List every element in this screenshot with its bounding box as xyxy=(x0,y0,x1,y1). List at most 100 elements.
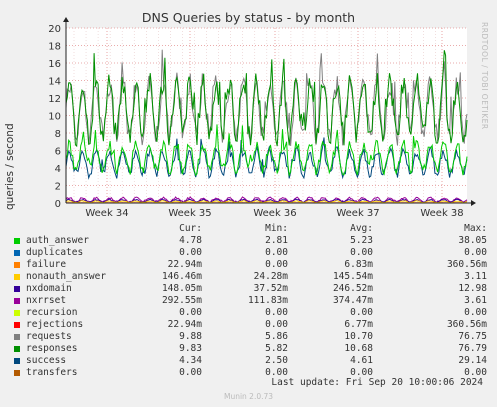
legend-row: success 4.34 2.50 4.61 29.14 xyxy=(12,355,492,367)
legend-header-avg: Avg: xyxy=(350,223,373,234)
legend-series-name: recursion xyxy=(26,307,78,318)
legend-min: 5.82 xyxy=(265,343,288,354)
x-tick-label: Week 38 xyxy=(420,208,463,219)
legend-avg: 6.83m xyxy=(344,259,373,270)
legend-cur: 148.05m xyxy=(161,283,202,294)
legend-row: recursion 0.00 0.00 0.00 0.00 xyxy=(12,307,492,319)
legend-row: rejections 22.94m 0.00 6.77m 360.56m xyxy=(12,319,492,331)
legend-series-name: duplicates xyxy=(26,247,84,258)
legend-min: 0.00 xyxy=(265,319,288,330)
legend-series-name: nonauth_answer xyxy=(26,271,107,282)
legend-min: 111.83m xyxy=(247,295,288,306)
x-tick-label: Week 37 xyxy=(336,208,379,219)
legend-header-min: Min: xyxy=(265,223,288,234)
legend-cur: 9.88 xyxy=(179,331,202,342)
y-tick-label: 4 xyxy=(55,164,61,175)
last-update: Last update: Fri Sep 20 10:00:06 2024 xyxy=(271,377,483,388)
legend-row: responses 9.83 5.82 10.68 76.79 xyxy=(12,343,492,355)
y-tick-label: 20 xyxy=(48,24,61,35)
legend-avg: 10.68 xyxy=(344,343,373,354)
legend: Cur: Min: Avg: Max: auth_answer 4.78 2.81 5… xyxy=(12,223,492,379)
y-tick-label: 0 xyxy=(55,199,61,210)
legend-avg: 145.54m xyxy=(332,271,373,282)
legend-cur: 0.00 xyxy=(179,307,202,318)
legend-min: 5.86 xyxy=(265,331,288,342)
legend-swatch xyxy=(14,238,20,244)
x-tick-label: Week 35 xyxy=(168,208,211,219)
legend-avg: 374.47m xyxy=(332,295,373,306)
x-tick-label: Week 36 xyxy=(253,208,296,219)
munin-version: Munin 2.0.73 xyxy=(223,392,274,401)
legend-avg: 0.00 xyxy=(350,247,373,258)
legend-swatch xyxy=(14,358,20,364)
legend-series-name: rejections xyxy=(26,319,84,330)
legend-max: 360.56m xyxy=(446,259,487,270)
legend-swatch xyxy=(14,298,20,304)
legend-avg: 10.70 xyxy=(344,331,373,342)
legend-row: nonauth_answer 146.46m 24.28m 145.54m 3.11 xyxy=(12,271,492,283)
legend-cur: 292.55m xyxy=(161,295,202,306)
legend-min: 24.28m xyxy=(253,271,288,282)
legend-series-name: nxrrset xyxy=(26,295,67,306)
legend-max: 0.00 xyxy=(464,247,487,258)
legend-row: nxrrset 292.55m 111.83m 374.47m 3.61 xyxy=(12,295,492,307)
y-tick-label: 8 xyxy=(55,129,61,140)
legend-row: auth_answer 4.78 2.81 5.23 38.05 xyxy=(12,235,492,247)
legend-avg: 6.77m xyxy=(344,319,373,330)
legend-cur: 22.94m xyxy=(167,319,202,330)
legend-cur: 146.46m xyxy=(161,271,202,282)
legend-swatch xyxy=(14,322,20,328)
legend-cur: 0.00 xyxy=(179,367,202,378)
y-tick-label: 12 xyxy=(48,94,61,105)
legend-series-name: requests xyxy=(26,331,72,342)
legend-header: Cur: Min: Avg: Max: xyxy=(12,223,492,235)
legend-cur: 22.94m xyxy=(167,259,202,270)
legend-max: 360.56m xyxy=(446,319,487,330)
legend-swatch xyxy=(14,274,20,280)
legend-series-name: responses xyxy=(26,343,78,354)
legend-series-name: auth_answer xyxy=(26,235,89,246)
y-tick-label: 2 xyxy=(55,182,61,193)
legend-avg: 4.61 xyxy=(350,355,373,366)
legend-row: duplicates 0.00 0.00 0.00 0.00 xyxy=(12,247,492,259)
legend-series-name: transfers xyxy=(26,367,78,378)
legend-cur: 4.78 xyxy=(179,235,202,246)
legend-min: 0.00 xyxy=(265,259,288,270)
y-tick-label: 16 xyxy=(48,59,61,70)
legend-header-cur: Cur: xyxy=(179,223,202,234)
legend-max: 0.00 xyxy=(464,307,487,318)
legend-cur: 9.83 xyxy=(179,343,202,354)
legend-max: 76.79 xyxy=(458,343,487,354)
legend-max: 3.11 xyxy=(464,271,487,282)
legend-swatch xyxy=(14,370,20,376)
legend-min: 2.81 xyxy=(265,235,288,246)
legend-row: requests 9.88 5.86 10.70 76.75 xyxy=(12,331,492,343)
legend-avg: 0.00 xyxy=(350,307,373,318)
legend-max: 38.05 xyxy=(458,235,487,246)
legend-swatch xyxy=(14,346,20,352)
x-tick-label: Week 34 xyxy=(85,208,128,219)
legend-max: 29.14 xyxy=(458,355,487,366)
legend-cur: 4.34 xyxy=(179,355,202,366)
legend-avg: 5.23 xyxy=(350,235,373,246)
legend-min: 37.52m xyxy=(253,283,288,294)
legend-max: 12.98 xyxy=(458,283,487,294)
legend-header-max: Max: xyxy=(464,223,487,234)
y-tick-label: 18 xyxy=(48,42,61,53)
legend-cur: 0.00 xyxy=(179,247,202,258)
y-axis-arrow xyxy=(63,17,69,22)
legend-min: 0.00 xyxy=(265,247,288,258)
legend-swatch xyxy=(14,286,20,292)
legend-series-name: failure xyxy=(26,259,67,270)
legend-series-name: success xyxy=(26,355,67,366)
x-axis-arrow xyxy=(471,200,476,206)
legend-min: 0.00 xyxy=(265,307,288,318)
legend-swatch xyxy=(14,334,20,340)
legend-row: nxdomain 148.05m 37.52m 246.52m 12.98 xyxy=(12,283,492,295)
legend-min: 2.50 xyxy=(265,355,288,366)
legend-max: 3.61 xyxy=(464,295,487,306)
legend-avg: 246.52m xyxy=(332,283,373,294)
chart-area: 0 2 4 6 8 10 12 14 16 18 20 Week 34 Week 35 Week 36 We… xyxy=(48,17,476,219)
legend-swatch xyxy=(14,250,20,256)
legend-swatch xyxy=(14,310,20,316)
